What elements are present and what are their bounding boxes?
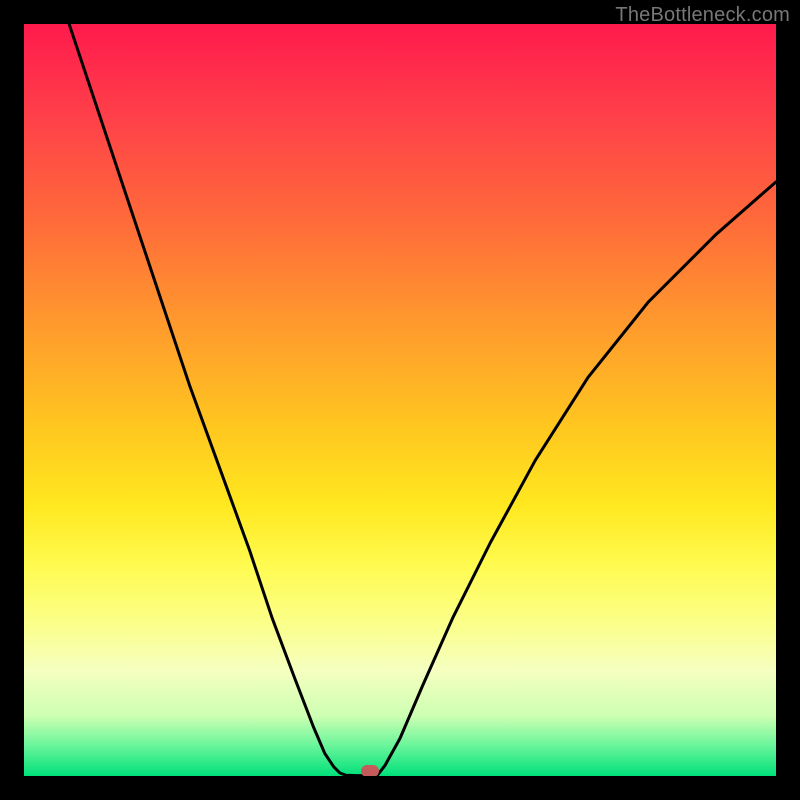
- watermark-text: TheBottleneck.com: [615, 4, 790, 27]
- bottleneck-curve: [24, 24, 776, 776]
- frame-bottom: [0, 776, 800, 800]
- chart-frame: TheBottleneck.com: [0, 0, 800, 800]
- plot-area: [24, 24, 776, 776]
